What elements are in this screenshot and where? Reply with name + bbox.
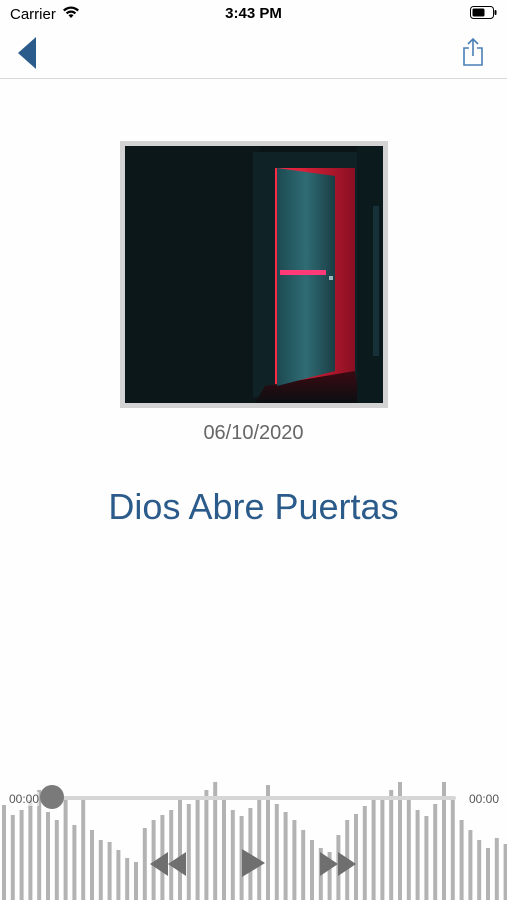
waveform-bar (81, 796, 86, 900)
chevron-left-icon (18, 37, 36, 69)
status-bar: Carrier 3:43 PM (0, 0, 507, 28)
waveform-bar (98, 840, 103, 900)
waveform-bar (450, 800, 455, 900)
waveform-bar (310, 840, 314, 900)
waveform-bar (54, 820, 59, 900)
fast-forward-button[interactable] (318, 850, 358, 878)
navigation-bar (0, 28, 507, 79)
waveform-bar (230, 810, 235, 900)
progress-track[interactable] (52, 796, 456, 800)
waveform-bar (19, 810, 24, 900)
progress-thumb[interactable] (40, 785, 64, 809)
waveform-bar (362, 806, 367, 900)
waveform-bar (63, 798, 68, 900)
waveform-bar (415, 810, 420, 900)
back-button[interactable] (14, 36, 44, 70)
fast-forward-icon (320, 852, 356, 876)
waveform-bar (116, 850, 121, 900)
play-button[interactable] (240, 848, 266, 878)
waveform-bar (486, 848, 490, 900)
podcast-episode-screen: Carrier 3:43 PM 06/10/2020 Dios Abre Pue… (0, 0, 507, 900)
waveform-bar (468, 830, 473, 900)
waveform-bar (46, 812, 50, 900)
waveform-bar (301, 830, 306, 900)
waveform-bar (2, 805, 6, 900)
waveform-bar (28, 800, 33, 900)
battery-icon (470, 6, 497, 19)
audio-waveform (2, 782, 507, 900)
waveform-bar (292, 820, 297, 900)
episode-date: 06/10/2020 (203, 422, 304, 444)
elapsed-time: 00:00 (9, 792, 40, 806)
waveform-bar (72, 825, 77, 900)
waveform-bar (125, 858, 130, 900)
rewind-icon (150, 852, 186, 876)
status-time: 3:43 PM (225, 5, 282, 22)
waveform-bar (142, 828, 147, 900)
waveform-bar (107, 842, 112, 900)
waveform-bar (204, 790, 209, 900)
episode-artwork (125, 146, 383, 403)
waveform-bar (195, 796, 200, 900)
share-button[interactable] (461, 37, 485, 67)
rewind-button[interactable] (148, 850, 188, 878)
waveform-bar (389, 790, 394, 900)
waveform-bar (424, 816, 429, 900)
waveform-bar (371, 800, 376, 900)
waveform-bar (503, 844, 507, 900)
share-icon (463, 37, 483, 66)
play-icon (242, 849, 265, 877)
waveform-bar (10, 815, 15, 900)
waveform-bar (134, 862, 138, 900)
total-time: 00:00 (468, 792, 499, 806)
waveform-bar (406, 800, 411, 900)
waveform-bar (477, 840, 482, 900)
waveform-bar (266, 785, 270, 900)
episode-title: Dios Abre Puertas (108, 486, 399, 527)
waveform-bar (274, 804, 279, 900)
waveform-bar (90, 830, 94, 900)
waveform-bar (37, 790, 42, 900)
waveform-bar (494, 838, 499, 900)
episode-artwork-frame (120, 141, 388, 408)
waveform-bar (222, 800, 226, 900)
waveform-bar (459, 820, 464, 900)
waveform-bar (283, 812, 288, 900)
waveform-bar (380, 796, 385, 900)
waveform-bar (433, 804, 438, 900)
